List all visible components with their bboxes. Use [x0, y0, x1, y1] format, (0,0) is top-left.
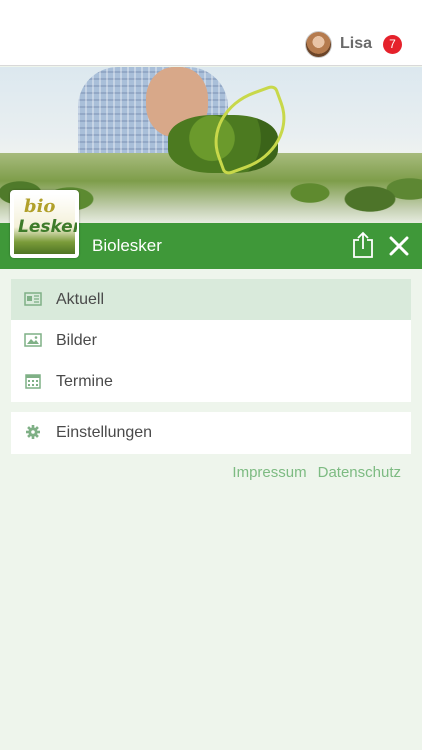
main-menu: Aktuell Bilder Termine [11, 279, 411, 402]
top-bar: Lisa 7 [0, 0, 422, 66]
news-icon [24, 292, 42, 306]
datenschutz-link[interactable]: Datenschutz [318, 464, 401, 481]
page-title: Biolesker [92, 236, 162, 255]
app-logo: bio Lesker [10, 190, 79, 258]
menu-label-termine: Termine [56, 372, 113, 390]
notification-badge[interactable]: 7 [383, 34, 402, 54]
calendar-icon [25, 374, 41, 389]
user-name[interactable]: Lisa [340, 35, 372, 53]
menu-label-bilder: Bilder [56, 331, 97, 349]
user-profile[interactable]: Lisa 7 [304, 30, 402, 58]
menu-label-einstellungen: Einstellungen [56, 424, 153, 441]
image-icon [24, 333, 42, 347]
close-icon[interactable] [388, 235, 410, 257]
menu-item-bilder[interactable]: Bilder [11, 320, 411, 361]
menu-item-aktuell[interactable]: Aktuell [11, 279, 411, 320]
logo-background: bio Lesker [14, 194, 77, 254]
settings-menu: Einstellungen [11, 412, 411, 454]
gear-icon [26, 425, 40, 439]
menu-label-aktuell: Aktuell [56, 290, 105, 308]
menu-item-einstellungen[interactable]: Einstellungen [11, 412, 411, 454]
logo-text-bio: bio [24, 196, 56, 217]
footer-links: Impressum Datenschutz [232, 464, 401, 481]
logo-text-lesker: Lesker [18, 217, 79, 237]
impressum-link[interactable]: Impressum [232, 464, 306, 481]
share-icon[interactable] [351, 231, 375, 259]
avatar[interactable] [304, 30, 332, 58]
menu-item-termine[interactable]: Termine [11, 361, 411, 402]
